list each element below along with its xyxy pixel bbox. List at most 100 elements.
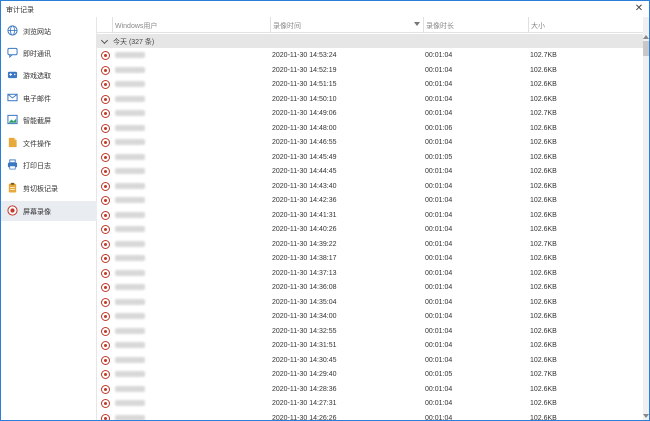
blurred-username <box>115 197 145 203</box>
blurred-username <box>115 385 145 392</box>
record-icon <box>101 210 110 220</box>
cell-duration: 00:01:05 <box>425 371 453 378</box>
sidebar-item-label: 游戏选取 <box>23 73 51 80</box>
sidebar-item-email[interactable]: 电子邮件 <box>1 88 97 108</box>
table-row[interactable]: 2020-11-30 14:48:00 00:01:06 102.6KB <box>97 120 643 135</box>
cell-duration: 00:01:04 <box>425 313 453 320</box>
table-row[interactable]: 2020-11-30 14:36:08 00:01:04 102.6KB <box>97 280 643 295</box>
record-icon <box>101 181 110 191</box>
cell-time: 2020-11-30 14:49:06 <box>272 110 337 117</box>
cell-duration: 00:01:04 <box>425 385 453 393</box>
table-row[interactable]: 2020-11-30 14:35:04 00:01:04 102.6KB <box>97 294 643 309</box>
table-row[interactable]: 2020-11-30 14:34:00 00:01:04 102.6KB <box>97 309 643 324</box>
clipboard-icon <box>8 182 17 193</box>
sidebar: 浏览网站 即时通讯 游戏选取 电子邮件 智能截屏 文件操作 打印日志 剪切板记录… <box>1 17 97 420</box>
record-icon <box>101 326 110 336</box>
record-icon <box>101 413 110 420</box>
blurred-username <box>115 298 145 305</box>
sidebar-item-files[interactable]: 文件操作 <box>1 133 97 153</box>
sidebar-item-screen-record[interactable]: 屏幕录像 <box>1 201 97 221</box>
blurred-username <box>115 414 145 420</box>
table-row[interactable]: 2020-11-30 14:41:31 00:01:04 102.6KB <box>97 207 643 222</box>
cell-size: 102.6KB <box>530 153 557 161</box>
table-row[interactable]: 2020-11-30 14:43:40 00:01:04 102.6KB <box>97 178 643 193</box>
cell-duration: 00:01:04 <box>425 168 453 175</box>
table-row[interactable]: 2020-11-30 14:28:36 00:01:04 102.6KB <box>97 381 643 396</box>
blurred-username <box>115 139 145 145</box>
blurred-username <box>115 124 145 131</box>
cell-size: 102.6KB <box>530 298 557 306</box>
record-icon <box>7 205 18 216</box>
table-row[interactable]: 2020-11-30 14:37:13 00:01:04 102.6KB <box>97 265 643 280</box>
record-icon <box>101 297 110 307</box>
table-row[interactable]: 2020-11-30 14:31:51 00:01:04 102.6KB <box>97 338 643 353</box>
table-row[interactable]: 2020-11-30 14:49:06 00:01:04 102.7KB <box>97 106 643 121</box>
cell-time: 2020-11-30 14:35:04 <box>272 298 337 306</box>
table-row[interactable]: 2020-11-30 14:46:55 00:01:04 102.6KB <box>97 135 643 150</box>
blurred-username <box>115 110 145 116</box>
cell-time: 2020-11-30 14:30:45 <box>272 356 337 364</box>
record-icon <box>101 94 110 104</box>
cell-duration: 00:01:05 <box>425 153 453 161</box>
cell-time: 2020-11-30 14:43:40 <box>272 182 337 190</box>
table-row[interactable]: 2020-11-30 14:53:24 00:01:04 102.7KB <box>97 48 643 63</box>
record-icon <box>101 254 110 263</box>
sidebar-item-games[interactable]: 游戏选取 <box>1 65 97 85</box>
group-row-today[interactable]: 今天 (327 条) <box>97 34 643 48</box>
table-row[interactable]: 2020-11-30 14:44:45 00:01:04 102.6KB <box>97 164 643 179</box>
blurred-username <box>115 66 145 73</box>
table-row[interactable]: 2020-11-30 14:27:31 00:01:04 102.6KB <box>97 396 643 411</box>
cell-size: 102.6KB <box>530 284 557 291</box>
cell-duration: 00:01:04 <box>425 414 453 421</box>
column-header-time[interactable]: 录像时间 <box>270 17 423 33</box>
scroll-up-icon[interactable] <box>643 34 649 40</box>
table-row[interactable]: 2020-11-30 14:32:55 00:01:04 102.6KB <box>97 323 643 338</box>
cell-size: 102.6KB <box>530 255 557 262</box>
record-icon <box>101 51 110 60</box>
sidebar-item-print[interactable]: 打印日志 <box>1 155 97 175</box>
blurred-username <box>115 284 145 290</box>
mail-icon <box>7 93 18 102</box>
cell-size: 102.6KB <box>530 182 557 190</box>
sidebar-item-label: 屏幕录像 <box>23 209 51 216</box>
vertical-scrollbar[interactable] <box>643 17 649 420</box>
blurred-username <box>115 95 145 102</box>
cell-duration: 00:01:04 <box>425 356 453 364</box>
table-row[interactable]: 2020-11-30 14:26:26 00:01:04 102.6KB <box>97 410 643 421</box>
table-row[interactable]: 2020-11-30 14:40:26 00:01:04 102.6KB <box>97 222 643 237</box>
column-header-duration[interactable]: 录像时长 <box>423 17 528 33</box>
cell-size: 102.7KB <box>530 240 557 248</box>
cell-size: 102.6KB <box>530 356 557 364</box>
sidebar-item-clipboard[interactable]: 剪切板记录 <box>1 178 97 198</box>
cell-time: 2020-11-30 14:34:00 <box>272 313 337 320</box>
table-row[interactable]: 2020-11-30 14:29:40 00:01:05 102.7KB <box>97 367 643 382</box>
table-row[interactable]: 2020-11-30 14:42:36 00:01:04 102.6KB <box>97 193 643 208</box>
sidebar-item-browse[interactable]: 浏览网站 <box>1 21 97 41</box>
scroll-down-icon[interactable] <box>643 413 649 419</box>
scroll-thumb[interactable] <box>643 41 649 56</box>
blurred-username <box>115 168 145 174</box>
cell-duration: 00:01:04 <box>425 182 453 190</box>
cell-size: 102.6KB <box>530 95 557 103</box>
column-header-size[interactable]: 大小 <box>528 17 643 33</box>
table-row[interactable]: 2020-11-30 14:45:49 00:01:05 102.6KB <box>97 149 643 164</box>
audit-window: 审计记录 ✕ 浏览网站 即时通讯 游戏选取 电子邮件 智能截屏 文件操作 打印日… <box>0 0 650 421</box>
sidebar-item-im[interactable]: 即时通讯 <box>1 43 97 63</box>
table-row[interactable]: 2020-11-30 14:50:10 00:01:04 102.6KB <box>97 91 643 106</box>
sidebar-item-label: 电子邮件 <box>23 96 51 103</box>
sidebar-item-screenshot[interactable]: 智能截屏 <box>1 110 97 130</box>
table-row[interactable]: 2020-11-30 14:38:17 00:01:04 102.6KB <box>97 251 643 266</box>
column-header-user[interactable]: Windows用户 <box>112 17 270 33</box>
table-row[interactable]: 2020-11-30 14:39:22 00:01:04 102.7KB <box>97 236 643 251</box>
cell-size: 102.6KB <box>530 414 557 421</box>
table-row[interactable]: 2020-11-30 14:51:15 00:01:04 102.6KB <box>97 77 643 92</box>
table-row[interactable]: 2020-11-30 14:52:19 00:01:04 102.6KB <box>97 62 643 77</box>
close-button[interactable]: ✕ <box>633 3 645 15</box>
blurred-username <box>115 153 145 160</box>
cell-duration: 00:01:04 <box>425 139 453 146</box>
record-icon <box>101 138 110 147</box>
cell-time: 2020-11-30 14:52:19 <box>272 66 337 74</box>
table-row[interactable]: 2020-11-30 14:30:45 00:01:04 102.6KB <box>97 352 643 367</box>
gamepad-icon <box>7 71 18 79</box>
blurred-username <box>115 255 145 261</box>
